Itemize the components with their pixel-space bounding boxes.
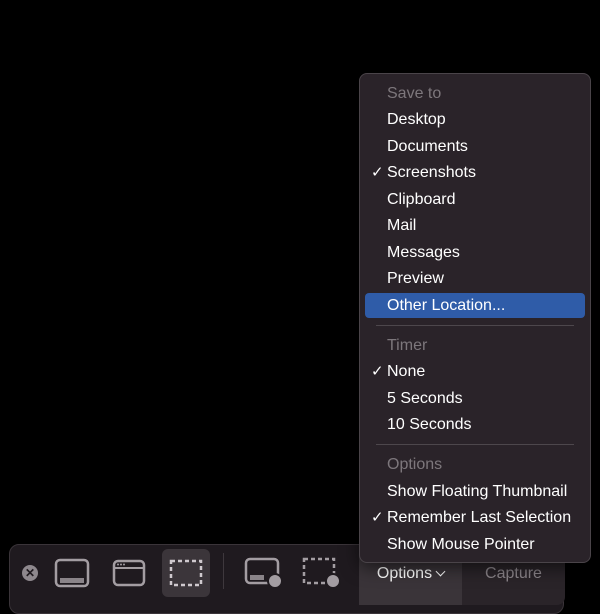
menu-item-timer-10s[interactable]: 10 Seconds	[365, 412, 585, 437]
menu-item-label: Screenshots	[387, 164, 476, 181]
menu-item-label: Show Floating Thumbnail	[387, 483, 568, 500]
record-selection-button[interactable]	[298, 549, 346, 597]
checkmark-icon: ✓	[371, 363, 384, 380]
menu-item-label: Mail	[387, 217, 417, 234]
section-header-timer: Timer	[387, 337, 428, 354]
menu-item-label: Other Location...	[387, 297, 506, 314]
menu-separator	[376, 325, 574, 326]
capture-window-button[interactable]	[105, 549, 153, 597]
menu-item-label: Desktop	[387, 111, 446, 128]
menu-item-label: Show Mouse Pointer	[387, 536, 535, 553]
menu-item-label: Documents	[387, 138, 468, 155]
capture-label: Capture	[485, 565, 542, 582]
menu-item-timer-5s[interactable]: 5 Seconds	[365, 386, 585, 411]
menu-item-show-floating-thumbnail[interactable]: Show Floating Thumbnail	[365, 479, 585, 504]
toolbar-divider	[223, 553, 224, 589]
menu-item-show-mouse-pointer[interactable]: Show Mouse Pointer	[365, 532, 585, 557]
menu-item-label: Messages	[387, 244, 460, 261]
menu-item-label: Clipboard	[387, 191, 456, 208]
screen-record-icon	[244, 557, 283, 589]
menu-item-label: Preview	[387, 270, 444, 287]
checkmark-icon: ✓	[371, 164, 384, 181]
menu-item-preview[interactable]: Preview	[365, 266, 585, 291]
selection-icon	[169, 559, 203, 587]
record-entire-screen-button[interactable]	[240, 549, 288, 597]
chevron-down-icon	[435, 566, 446, 577]
screen-icon	[54, 558, 90, 588]
options-menu: Save to Desktop Documents ✓ Screenshots C…	[359, 73, 591, 563]
window-icon	[112, 559, 146, 587]
close-icon[interactable]: ✕	[22, 565, 38, 581]
menu-item-clipboard[interactable]: Clipboard	[365, 187, 585, 212]
menu-item-label: Remember Last Selection	[387, 509, 572, 526]
checkmark-icon: ✓	[371, 509, 384, 526]
capture-selection-button[interactable]	[162, 549, 210, 597]
menu-item-timer-none[interactable]: ✓ None	[365, 359, 585, 384]
menu-item-remember-last-selection[interactable]: ✓ Remember Last Selection	[365, 505, 585, 530]
section-header-save-to: Save to	[387, 85, 442, 102]
menu-item-other-location[interactable]: Other Location...	[365, 293, 585, 318]
menu-item-screenshots[interactable]: ✓ Screenshots	[365, 160, 585, 185]
selection-record-icon	[302, 557, 341, 589]
menu-separator	[376, 444, 574, 445]
section-header-options: Options	[387, 456, 443, 473]
menu-item-label: 5 Seconds	[387, 390, 463, 407]
menu-item-label: None	[387, 363, 426, 380]
menu-item-documents[interactable]: Documents	[365, 134, 585, 159]
menu-item-messages[interactable]: Messages	[365, 240, 585, 265]
menu-item-desktop[interactable]: Desktop	[365, 107, 585, 132]
capture-entire-screen-button[interactable]	[48, 549, 96, 597]
menu-item-label: 10 Seconds	[387, 416, 472, 433]
menu-item-mail[interactable]: Mail	[365, 213, 585, 238]
options-label: Options	[376, 565, 433, 582]
